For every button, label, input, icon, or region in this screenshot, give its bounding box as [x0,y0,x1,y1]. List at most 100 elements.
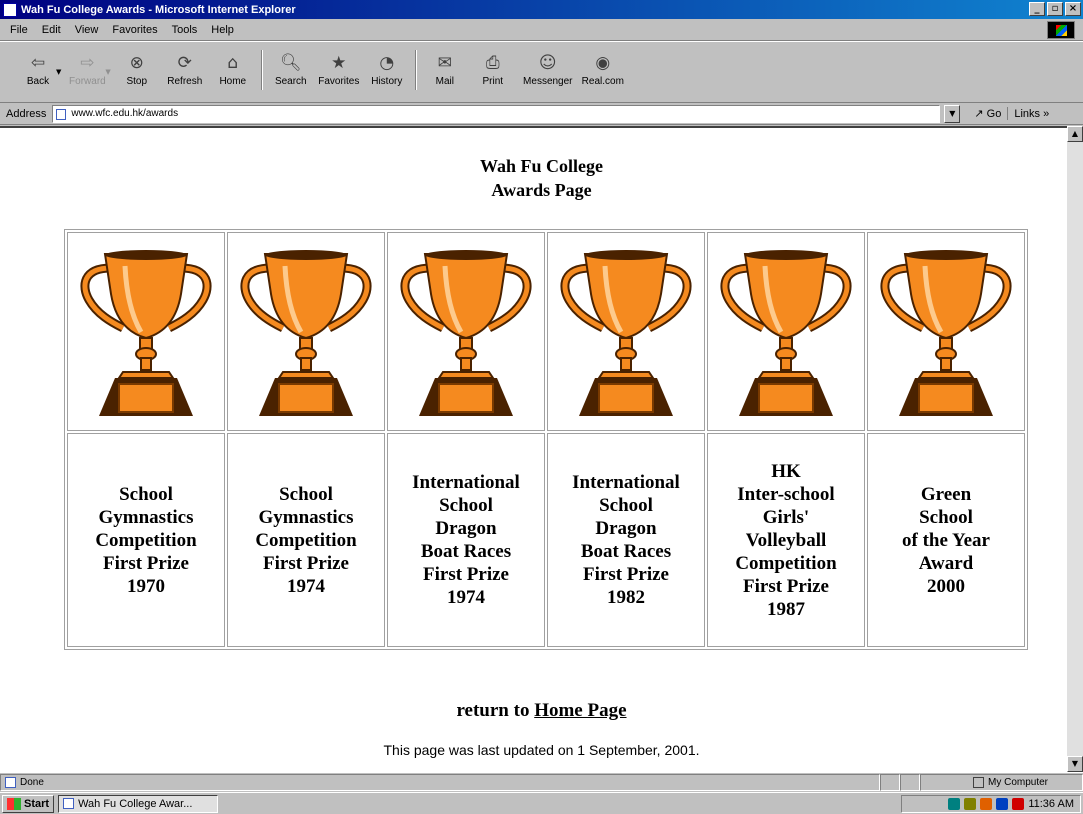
award-caption-line: First Prize [103,552,189,574]
tray-icon[interactable] [964,798,977,810]
award-caption-line: First Prize [423,564,509,585]
last-updated-text: This page was last updated on 1 Septembe… [383,742,700,758]
tray-icon[interactable] [1012,798,1025,810]
return-prefix: return to [456,700,535,721]
page-done-icon [5,777,16,788]
back-button[interactable]: ⇦ Back [14,42,62,87]
award-caption-line: of the Year [902,529,990,551]
award-caption-line: 2000 [927,575,965,597]
windows-logo-icon [1047,21,1075,39]
award-caption-line: Gymnastics [258,506,354,528]
award-caption-line: International [572,472,680,493]
address-input[interactable]: www.wfc.edu.hk/awards [52,104,941,123]
award-caption-line: Dragon [595,518,657,539]
trophy-cell [707,232,865,431]
menu-edit[interactable]: Edit [35,24,68,36]
award-caption-line: School [119,483,173,505]
tray-icon[interactable] [980,798,993,810]
status-text-pane: Done [0,774,880,791]
award-caption-line: Inter-school [737,483,835,505]
award-caption-line: School [599,495,653,516]
history-button[interactable]: ◔ History [363,42,411,87]
award-caption-cell: Green School of the Year Award 2000 [867,433,1025,647]
stop-button[interactable]: ⊗ Stop [113,42,161,87]
back-dropdown-icon[interactable]: ▼ [56,68,61,76]
award-caption-line: Competition [255,529,357,551]
scroll-up-button[interactable]: ▲ [1067,126,1083,142]
address-dropdown-button[interactable]: ▼ [944,104,961,123]
trophy-icon [560,249,692,416]
menu-favorites[interactable]: Favorites [105,24,164,36]
award-caption-line: Competition [95,529,197,551]
windows-logo-icon [7,797,21,810]
toolbar-separator [414,50,417,90]
awards-table: School Gymnastics Competition First Prize 19… [64,229,1028,650]
award-caption-cell: School Gymnastics Competition First Prize 19… [227,433,385,647]
page-heading: Wah Fu College Awards Page [0,154,1067,202]
menu-view[interactable]: View [68,24,106,36]
maximize-button[interactable]: ▫ [1047,2,1063,16]
messenger-button[interactable]: ☺ Messenger [517,42,579,87]
award-caption-cell: School Gymnastics Competition First Prize 19… [67,433,225,647]
tray-icon[interactable] [948,798,961,810]
award-caption-cell: International School Dragon Boat Races First… [387,433,545,647]
award-caption-line: School [439,495,493,516]
menu-tools[interactable]: Tools [165,24,205,36]
start-button[interactable]: Start [2,794,55,813]
trophy-icon [400,249,532,416]
toolbar-separator [260,50,263,90]
search-button[interactable]: 🔍︎ Search [267,42,315,87]
tray-icon[interactable] [996,798,1009,810]
close-button[interactable]: × [1065,2,1081,16]
print-button[interactable]: ⎙ Print [469,42,517,87]
vertical-scrollbar[interactable]: ▲ ▼ [1067,126,1083,772]
award-caption-row: School Gymnastics Competition First Prize 19… [67,433,1025,647]
award-caption-line: Award [918,552,974,574]
go-button[interactable]: ↗ Go [968,107,1009,120]
award-caption-line: Boat Races [420,541,512,562]
page-icon [56,108,67,120]
window-titlebar: Wah Fu College Awards - Microsoft Intern… [0,0,1083,19]
award-caption-line: 1987 [767,598,805,620]
page-content: Wah Fu College Awards Page School Gymnas… [0,126,1067,772]
mail-button[interactable]: ✉ Mail [421,42,469,87]
award-caption-line: Green [920,483,972,505]
award-caption-line: First Prize [743,575,829,597]
trophy-cell [227,232,385,431]
forward-dropdown-icon[interactable]: ▼ [105,68,110,76]
forward-arrow-icon: ⇨ [80,53,95,73]
home-button[interactable]: ⌂ Home [209,42,257,87]
home-page-link[interactable]: Home Page [534,700,626,721]
award-caption-line: Volleyball [745,529,827,551]
home-icon: ⌂ [227,53,239,73]
award-caption-line: International [412,472,520,493]
menu-help[interactable]: Help [204,24,241,36]
menu-file[interactable]: File [0,24,35,36]
computer-icon [973,777,984,788]
favorites-button[interactable]: ★ Favorites [315,42,363,87]
award-caption-line: First Prize [583,564,669,585]
links-button[interactable]: Links » [1014,108,1049,120]
taskbar-ie-window[interactable]: Wah Fu College Awar... [58,794,219,813]
trophy-cell [867,232,1025,431]
trophy-cell [547,232,705,431]
system-tray: 11:36 AM [901,795,1081,813]
award-caption-line: First Prize [263,552,349,574]
award-caption-line: 1970 [127,575,165,597]
standard-toolbar: ⇦ Back ▼ ⇨ Forward ▼ ⊗ Stop ⟳ Refresh ⌂ … [0,41,1083,103]
realcom-button[interactable]: ◉ Real.com [579,42,627,87]
messenger-icon: ☺ [538,53,557,73]
award-caption-cell: HK Inter-school Girls' Volleyball Competitio… [707,433,865,647]
forward-button[interactable]: ⇨ Forward [63,42,111,87]
award-caption-line: 1982 [607,587,645,608]
refresh-button[interactable]: ⟳ Refresh [161,42,209,87]
heading-awards: Awards Page [491,180,592,200]
award-caption-line: 1974 [287,575,325,597]
scroll-down-button[interactable]: ▼ [1067,756,1083,772]
heading-college: Wah Fu College [479,156,603,176]
windows-taskbar: Start Wah Fu College Awar... 11:36 AM [0,792,1083,814]
status-bar: Done My Computer [0,772,1083,792]
award-caption-line: School [919,506,973,528]
minimize-button[interactable]: _ [1029,2,1045,16]
mail-icon: ✉ [437,53,452,73]
